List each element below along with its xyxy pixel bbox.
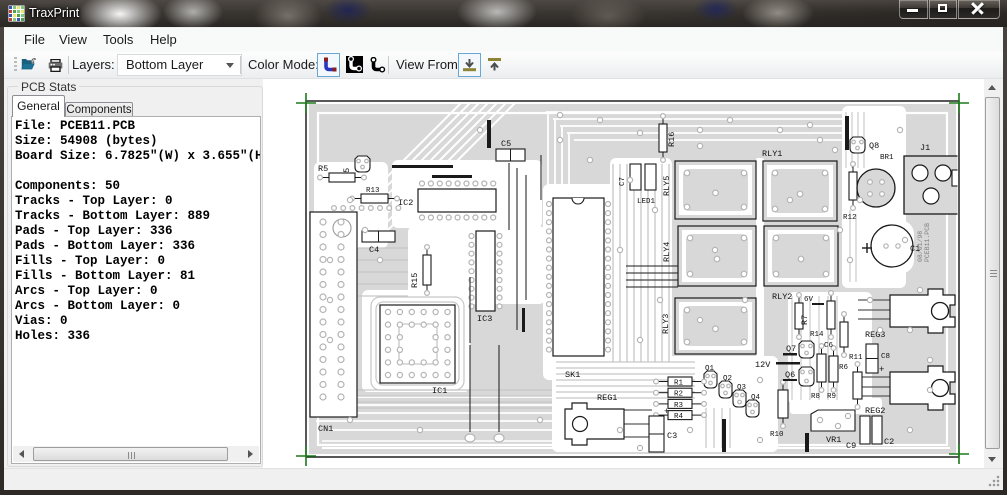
svg-text:CN1: CN1 xyxy=(318,424,333,434)
svg-text:C4: C4 xyxy=(369,245,379,255)
svg-text:08/01/98: 08/01/98 xyxy=(917,231,924,262)
svg-text:+: + xyxy=(879,365,884,375)
svg-text:6V: 6V xyxy=(804,296,814,304)
svg-text:C6: C6 xyxy=(824,342,834,350)
svg-text:R12: R12 xyxy=(843,214,857,222)
svg-text:Q1: Q1 xyxy=(705,365,715,373)
svg-text:C8: C8 xyxy=(881,353,890,361)
svg-text:+: + xyxy=(664,407,669,417)
svg-text:C5: C5 xyxy=(501,139,511,149)
svg-text:R14: R14 xyxy=(810,331,824,339)
svg-text:Q7: Q7 xyxy=(786,344,796,354)
svg-text:LED1: LED1 xyxy=(637,198,656,206)
svg-text:IC2: IC2 xyxy=(398,198,413,208)
svg-text:C9: C9 xyxy=(846,441,856,451)
svg-text:R3: R3 xyxy=(674,402,684,410)
svg-text:J1: J1 xyxy=(920,143,930,153)
svg-text:C7: C7 xyxy=(619,177,627,186)
svg-text:R9: R9 xyxy=(827,393,836,401)
svg-text:R5: R5 xyxy=(318,164,328,174)
svg-text:PCEB11.PCB: PCEB11.PCB xyxy=(924,223,931,262)
svg-text:RLY3: RLY3 xyxy=(661,314,671,334)
svg-text:R2: R2 xyxy=(674,391,683,399)
svg-text:RLY5: RLY5 xyxy=(662,176,672,196)
svg-text:R15: R15 xyxy=(410,273,420,288)
svg-text:C3: C3 xyxy=(667,431,677,441)
svg-text:R8: R8 xyxy=(811,393,820,401)
svg-text:C2: C2 xyxy=(884,437,894,447)
svg-text:R1: R1 xyxy=(674,380,684,388)
svg-text:IC3: IC3 xyxy=(477,314,492,324)
svg-text:VR1: VR1 xyxy=(826,435,841,445)
svg-text:BR1: BR1 xyxy=(880,154,894,162)
svg-text:R13: R13 xyxy=(366,187,380,195)
svg-text:REG2: REG2 xyxy=(865,406,885,416)
svg-text:RLY4: RLY4 xyxy=(662,242,672,262)
svg-text:R4: R4 xyxy=(674,413,684,421)
svg-text:REG1: REG1 xyxy=(597,393,617,403)
svg-text:Q3: Q3 xyxy=(737,384,747,392)
svg-text:RLY2: RLY2 xyxy=(772,292,792,302)
svg-text:IC1: IC1 xyxy=(432,386,447,396)
svg-text:R10: R10 xyxy=(770,431,784,439)
svg-text:R6: R6 xyxy=(839,364,849,372)
svg-text:RLY1: RLY1 xyxy=(762,149,782,159)
svg-text:Q4: Q4 xyxy=(751,394,761,402)
svg-text:12V: 12V xyxy=(755,360,771,370)
svg-text:R16: R16 xyxy=(667,132,677,147)
svg-text:R11: R11 xyxy=(849,354,863,362)
svg-text:R7: R7 xyxy=(800,315,810,325)
svg-text:Q2: Q2 xyxy=(723,375,732,383)
svg-text:Q8: Q8 xyxy=(869,141,879,151)
svg-text:SK1: SK1 xyxy=(565,370,580,380)
svg-text:Q6: Q6 xyxy=(785,370,795,380)
